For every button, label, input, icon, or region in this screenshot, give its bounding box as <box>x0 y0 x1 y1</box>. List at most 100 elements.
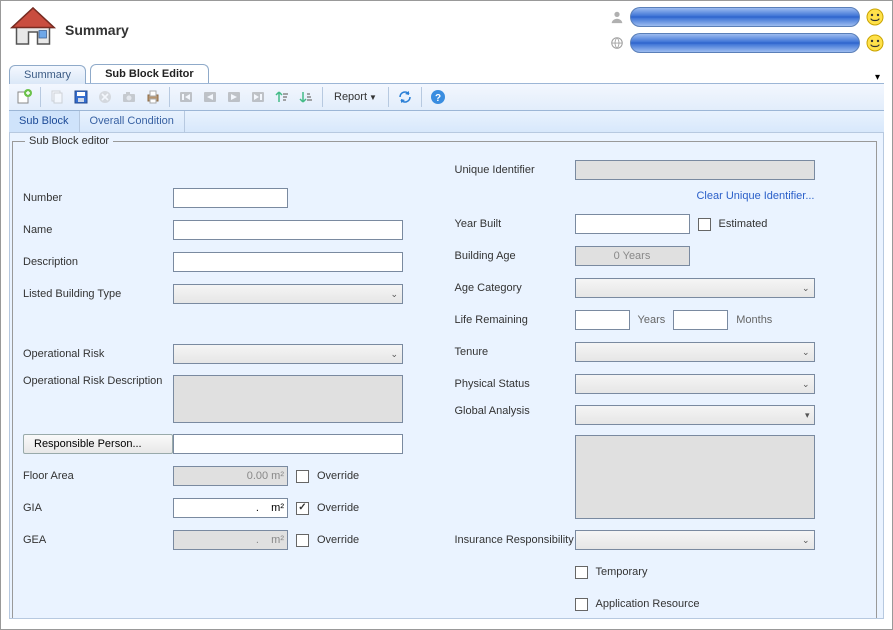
description-label: Description <box>23 256 173 268</box>
smiley-icon <box>866 34 884 52</box>
gia-input[interactable] <box>173 498 288 518</box>
editor-scroll[interactable]: Sub Block editor Number Name Description <box>9 133 884 619</box>
gea-label: GEA <box>23 534 173 546</box>
header-right <box>610 5 884 53</box>
gia-label: GIA <box>23 502 173 514</box>
tenure-label: Tenure <box>455 346 575 358</box>
estimated-label: Estimated <box>719 218 768 230</box>
smiley-icon <box>866 8 884 26</box>
number-label: Number <box>23 192 173 204</box>
description-input[interactable] <box>173 252 403 272</box>
left-column: Number Name Description Listed Building … <box>23 159 435 619</box>
floor-area-label: Floor Area <box>23 470 173 482</box>
report-label: Report <box>334 91 367 103</box>
physical-status-select[interactable]: ⌄ <box>575 374 815 394</box>
age-category-label: Age Category <box>455 282 575 294</box>
print-icon[interactable] <box>142 86 164 108</box>
operational-risk-desc-label: Operational Risk Description <box>23 375 173 387</box>
separator <box>322 87 323 107</box>
separator <box>421 87 422 107</box>
building-age-input <box>575 246 690 266</box>
nav-prev-icon <box>199 86 221 108</box>
life-months-input[interactable] <box>673 310 728 330</box>
responsible-person-button[interactable]: Responsible Person... <box>23 434 173 454</box>
toolbar: Report ▼ ? <box>9 83 884 111</box>
life-remaining-label: Life Remaining <box>455 314 575 326</box>
physical-status-label: Physical Status <box>455 378 575 390</box>
chevron-down-icon: ⌄ <box>390 289 398 300</box>
sort-desc-icon[interactable] <box>295 86 317 108</box>
floor-area-override-checkbox[interactable] <box>296 470 309 483</box>
status-row-1 <box>610 7 884 27</box>
building-age-label: Building Age <box>455 250 575 262</box>
tab-overflow-icon[interactable]: ▾ <box>875 72 880 83</box>
chevron-down-icon: ▼ <box>369 93 377 102</box>
years-label: Years <box>638 314 666 326</box>
status-bar-2[interactable] <box>630 33 860 53</box>
override-label: Override <box>317 534 359 546</box>
cancel-icon <box>94 86 116 108</box>
chevron-down-icon: ⌄ <box>802 283 810 294</box>
application-resource-checkbox[interactable] <box>575 598 588 611</box>
page-title: Summary <box>65 22 129 38</box>
override-label: Override <box>317 502 359 514</box>
temporary-label: Temporary <box>596 566 648 578</box>
gea-override-checkbox[interactable] <box>296 534 309 547</box>
status-bar-1[interactable] <box>630 7 860 27</box>
help-icon[interactable]: ? <box>427 86 449 108</box>
nav-next-icon <box>223 86 245 108</box>
refresh-icon[interactable] <box>394 86 416 108</box>
nav-last-icon <box>247 86 269 108</box>
add-icon[interactable] <box>13 86 35 108</box>
insurance-responsibility-select[interactable]: ⌄ <box>575 530 815 550</box>
estimated-checkbox[interactable] <box>698 218 711 231</box>
unique-identifier-input[interactable] <box>575 160 815 180</box>
copy-icon <box>46 86 68 108</box>
name-label: Name <box>23 224 173 236</box>
inner-tab-overall-condition[interactable]: Overall Condition <box>80 111 185 132</box>
user-icon <box>610 10 624 24</box>
override-label: Override <box>317 470 359 482</box>
separator <box>388 87 389 107</box>
insurance-responsibility-label: Insurance Responsibility <box>455 534 575 546</box>
inner-tabs: Sub Block Overall Condition <box>9 111 884 133</box>
header-left: Summary <box>9 5 129 53</box>
nav-first-icon <box>175 86 197 108</box>
save-icon[interactable] <box>70 86 92 108</box>
global-analysis-label: Global Analysis <box>455 405 575 417</box>
header: Summary <box>1 1 892 61</box>
operational-risk-label: Operational Risk <box>23 348 173 360</box>
name-input[interactable] <box>173 220 403 240</box>
status-row-2 <box>610 33 884 53</box>
global-analysis-select[interactable]: ▾ <box>575 405 815 425</box>
tab-sub-block-editor[interactable]: Sub Block Editor <box>90 64 209 83</box>
camera-icon <box>118 86 140 108</box>
tenure-select[interactable]: ⌄ <box>575 342 815 362</box>
floor-area-input[interactable] <box>173 466 288 486</box>
outer-tabs: Summary Sub Block Editor ▾ <box>1 61 892 83</box>
svg-text:?: ? <box>435 93 441 104</box>
listed-building-type-select[interactable]: ⌄ <box>173 284 403 304</box>
year-built-input[interactable] <box>575 214 690 234</box>
age-category-select[interactable]: ⌄ <box>575 278 815 298</box>
global-analysis-textarea[interactable] <box>575 435 815 519</box>
sort-asc-icon[interactable] <box>271 86 293 108</box>
tab-summary[interactable]: Summary <box>9 65 86 84</box>
chevron-down-icon: ⌄ <box>802 535 810 546</box>
chevron-down-icon: ▾ <box>805 410 810 421</box>
inner-tab-sub-block[interactable]: Sub Block <box>9 111 80 132</box>
chevron-down-icon: ⌄ <box>802 379 810 390</box>
listed-building-type-label: Listed Building Type <box>23 288 173 300</box>
report-menu[interactable]: Report ▼ <box>328 86 383 108</box>
operational-risk-select[interactable]: ⌄ <box>173 344 403 364</box>
gia-override-checkbox[interactable] <box>296 502 309 515</box>
life-years-input[interactable] <box>575 310 630 330</box>
responsible-person-input[interactable] <box>173 434 403 454</box>
right-column: Unique Identifier Clear Unique Identifie… <box>455 159 867 619</box>
temporary-checkbox[interactable] <box>575 566 588 579</box>
year-built-label: Year Built <box>455 218 575 230</box>
clear-unique-identifier-link[interactable]: Clear Unique Identifier... <box>696 190 814 202</box>
number-input[interactable] <box>173 188 288 208</box>
operational-risk-desc-textarea[interactable] <box>173 375 403 423</box>
gea-input[interactable] <box>173 530 288 550</box>
